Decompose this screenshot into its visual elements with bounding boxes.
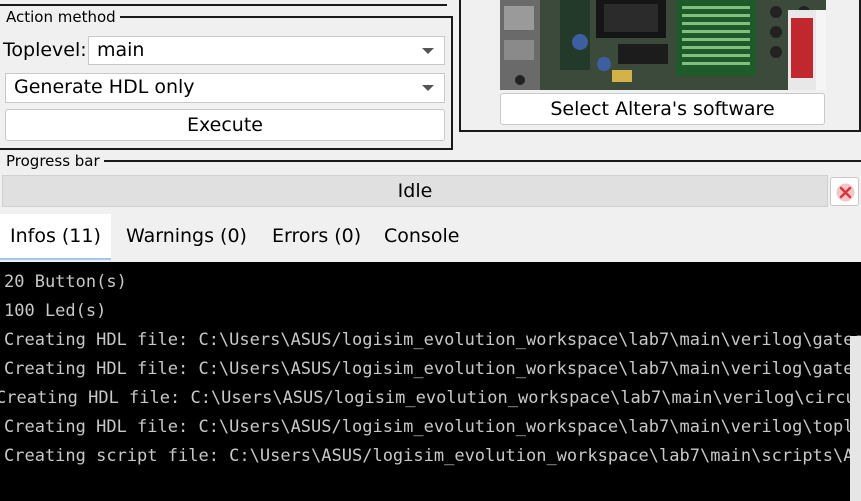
action-method-top-line [120,16,453,18]
console-line: 100 Led(s) [4,301,107,321]
clear-button[interactable] [830,177,859,206]
console-scrollbar[interactable] [850,336,861,501]
tab-warnings[interactable]: Warnings (0) [116,214,257,258]
console-line: Creating HDL file: C:\Users\ASUS/logisim… [4,417,861,437]
progress-legend: Progress bar [4,152,102,170]
top-frame [0,0,447,6]
select-software-button[interactable]: Select Altera's software [500,93,825,125]
board-icon [500,0,826,90]
action-value: Generate HDL only [14,76,195,98]
console-output[interactable]: 20 Button(s) 100 Led(s) Creating HDL fil… [0,262,861,501]
progress-status: Idle [397,180,433,202]
toplevel-label: Toplevel: [3,39,87,61]
action-method-legend: Action method [4,8,118,26]
console-line: Creating HDL file: C:\Users\ASUS/logisim… [0,388,861,408]
chevron-down-icon [422,85,434,91]
console-line: Creating script file: C:\Users\ASUS/logi… [4,446,861,466]
close-icon [836,183,855,202]
action-select[interactable]: Generate HDL only [5,73,445,103]
fpga-board-image [500,0,826,90]
toplevel-select[interactable]: main [88,36,445,65]
tab-infos-label: Infos (11) [10,225,101,247]
tab-console[interactable]: Console [374,214,469,258]
tab-infos[interactable]: Infos (11) [0,214,111,260]
toplevel-value: main [97,39,145,61]
chevron-down-icon [422,48,434,54]
progress-top-line [104,160,861,162]
tab-errors[interactable]: Errors (0) [262,214,371,258]
execute-button[interactable]: Execute [5,109,445,141]
console-line: 20 Button(s) [4,272,127,292]
console-line: Creating HDL file: C:\Users\ASUS/logisim… [4,359,861,379]
progress-bar: Idle [2,175,828,207]
console-line: Creating HDL file: C:\Users\ASUS/logisim… [4,330,861,350]
